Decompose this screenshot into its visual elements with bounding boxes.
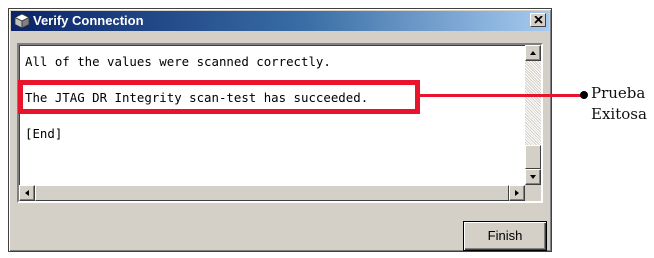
callout-label: Prueba Exitosa	[591, 83, 647, 125]
horizontal-scroll-thumb[interactable]	[35, 185, 509, 201]
callout-dot	[580, 91, 588, 99]
finish-button[interactable]: Finish	[463, 221, 547, 251]
callout-label-line-1: Prueba	[591, 84, 646, 102]
cube-icon	[14, 13, 30, 29]
arrow-down-icon	[530, 175, 536, 179]
output-text-area[interactable]: All of the values were scanned correctly…	[17, 43, 543, 203]
output-line-scan-result: All of the values were scanned correctly…	[25, 54, 331, 69]
scroll-left-button[interactable]	[19, 185, 35, 201]
vertical-scroll-thumb[interactable]	[525, 145, 541, 169]
scroll-right-button[interactable]	[509, 185, 525, 201]
arrow-up-icon	[530, 51, 536, 55]
vertical-scrollbar[interactable]	[525, 45, 541, 185]
scroll-down-button[interactable]	[525, 169, 541, 185]
arrow-right-icon	[515, 190, 519, 196]
callout-line	[420, 94, 584, 97]
scrollbar-corner	[525, 185, 541, 201]
success-highlight-box	[18, 80, 420, 114]
scroll-up-button[interactable]	[525, 45, 541, 61]
output-line-end: [End]	[25, 126, 63, 141]
horizontal-scrollbar[interactable]	[19, 185, 525, 201]
window-title: Verify Connection	[33, 13, 144, 28]
title-bar[interactable]: Verify Connection	[11, 11, 549, 31]
callout-label-line-2: Exitosa	[591, 105, 647, 123]
close-button[interactable]	[530, 13, 546, 27]
verify-connection-dialog: Verify Connection All of the values were…	[8, 8, 552, 252]
close-icon	[534, 16, 543, 24]
arrow-left-icon	[25, 190, 29, 196]
